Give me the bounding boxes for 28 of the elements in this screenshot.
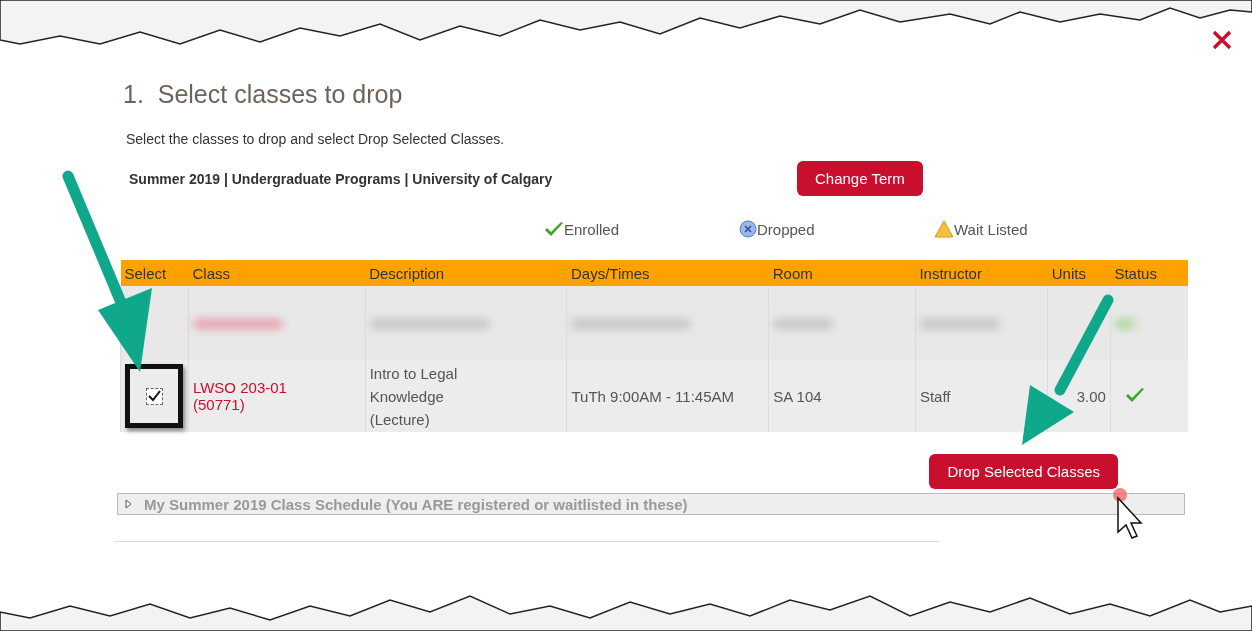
close-icon[interactable] xyxy=(1212,30,1232,50)
table-cell: TuTh 9:00AM - 11:45AM xyxy=(566,360,769,432)
legend-label: Dropped xyxy=(757,220,815,238)
column-header: Instructor xyxy=(915,260,1048,286)
schedule-title: My Summer 2019 Class Schedule (You ARE registered or waitlisted in these) xyxy=(144,495,688,513)
instructions-text: Select the classes to drop and select Drop Selected Classes. xyxy=(126,131,506,147)
table-cell: Staff xyxy=(915,360,1048,432)
class-link[interactable]: LWSO 203-01 (50771) xyxy=(188,360,366,432)
column-header: Description xyxy=(365,260,567,286)
column-header: Status xyxy=(1110,260,1188,286)
term-label: Summer 2019 | Undergraduate Programs | University of Calgary xyxy=(129,170,554,187)
mouse-cursor-icon xyxy=(1113,488,1143,539)
column-header: Days/Times xyxy=(566,260,769,286)
column-header: Units xyxy=(1047,260,1111,286)
x-circle-icon xyxy=(739,220,757,238)
column-header: Class xyxy=(188,260,366,286)
checkbox[interactable] xyxy=(145,387,163,405)
column-header: Select xyxy=(120,260,189,286)
table-cell: SA 104 xyxy=(768,360,916,432)
drop-selected-button[interactable]: Drop Selected Classes xyxy=(929,454,1118,489)
column-header: Room xyxy=(768,260,916,286)
table-cell: Intro to Legal Knowledge (Lecture) xyxy=(365,360,567,432)
check-icon xyxy=(544,221,564,237)
warning-icon xyxy=(934,220,954,238)
legend-label: Wait Listed xyxy=(954,220,1028,238)
section-heading: 1. Select classes to drop xyxy=(123,80,404,109)
change-term-button[interactable]: Change Term xyxy=(797,161,923,196)
legend-label: Enrolled xyxy=(564,220,620,238)
